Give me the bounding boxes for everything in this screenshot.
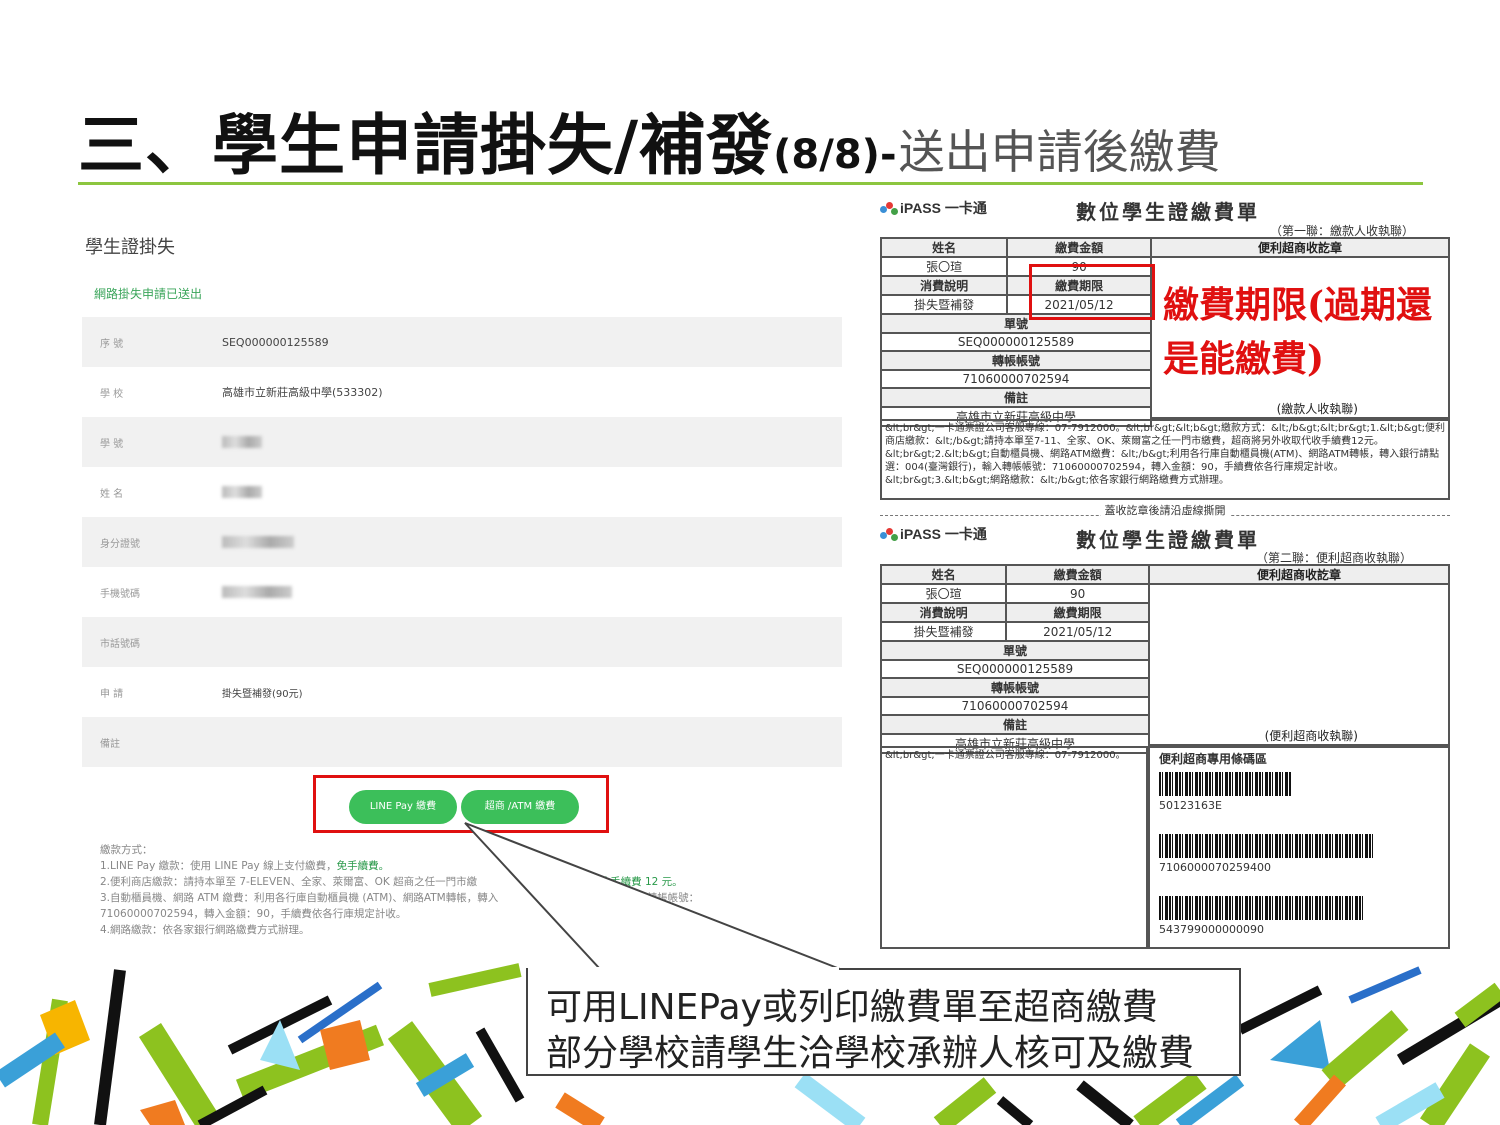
cell: 掛失暨補發 (879, 294, 1009, 315)
cell: 71060000702594 (880, 369, 1152, 389)
cell: SEQ000000125589 (880, 332, 1152, 352)
payment-buttons-highlight: LINE Pay 繳費 超商 /ATM 繳費 (313, 775, 609, 833)
cell: 轉帳帳號 (880, 677, 1150, 698)
slide-title: 三、學生申請掛失/補發 (8/8) - 送出申請後繳費 (78, 92, 1221, 184)
note-store: 2.便利商店繳款：請持本單至 7-ELEVEN、全家、萊爾富、OK 超商之任一門… (100, 876, 683, 888)
slip-table-2: 姓名 繳費金額 張〇瑄 90 消費說明 繳費期限 掛失暨補發 2021/05/12 單號… (879, 564, 1150, 754)
form-row-name: 姓 名 (82, 467, 842, 517)
row-value: 高雄市立新莊高級中學(533302) (222, 386, 383, 399)
callout-joint (528, 967, 839, 970)
form-row-mobile: 手機號碼 (82, 567, 842, 617)
callout-line-2: 部分學校請學生洽學校承辦人核可及繳費 (546, 1033, 1195, 1074)
ipass-logo-icon (880, 202, 900, 216)
payment-instructions-1: &lt;br&gt;一卡通票證公司客服專線：07-7912000。&lt;br&… (880, 419, 1450, 500)
payment-instructions-2: &lt;br&gt;一卡通票證公司客服專線：07-7912000。 (880, 746, 1148, 949)
form-heading: 學生證掛失 (85, 237, 175, 258)
row-label: 申 請 (100, 688, 124, 700)
cell: 姓名 (879, 237, 1009, 258)
title-underline (78, 182, 1423, 185)
payment-methods-notes: 繳款方式： 1.LINE Pay 繳款：使用 LINE Pay 線上支付繳費，免… (100, 842, 820, 938)
title-main: 三、學生申請掛失/補發 (78, 107, 774, 184)
slip-title-1: 數位學生證繳費單 (1076, 200, 1260, 224)
due-date-annotation: 繳費期限(過期還是能繳費) (1163, 284, 1433, 380)
title-dash: - (879, 132, 897, 178)
row-label: 身分證號 (100, 538, 140, 550)
row-label: 姓 名 (100, 488, 124, 500)
barcode-2 (1159, 834, 1375, 858)
note-atm: 3.自動櫃員機、網路 ATM 繳費：利用各行庫自動櫃員機 (ATM)、網路ATM… (100, 892, 700, 904)
linepay-button[interactable]: LINE Pay 繳費 (349, 790, 457, 824)
notes-heading: 繳款方式： (100, 844, 153, 856)
cell: 繳費金額 (1006, 237, 1152, 258)
cut-line: 蓋收訖章後請沿虛線撕開 (880, 502, 1450, 517)
cell: 姓名 (879, 564, 1008, 585)
form-row-remark: 備註 (82, 717, 842, 767)
row-label: 市話號碼 (100, 638, 140, 650)
stamp-header: 便利超商收訖章 (1150, 566, 1448, 585)
cell: 轉帳帳號 (880, 350, 1152, 371)
store-atm-button[interactable]: 超商 /ATM 繳費 (461, 790, 579, 824)
form-row-phone: 市話號碼 (82, 617, 842, 667)
cell: 71060000702594 (880, 696, 1150, 716)
form-row-school: 學 校 高雄市立新莊高級中學(533302) (82, 367, 842, 417)
barcode-1 (1159, 772, 1291, 796)
title-subtitle: 送出申請後繳費 (898, 125, 1221, 179)
cell: 消費說明 (879, 275, 1009, 296)
cell: 張〇瑄 (879, 583, 1008, 604)
callout-line-1: 可用LINEPay或列印繳費單至超商繳費 (546, 987, 1158, 1028)
callout-box: 可用LINEPay或列印繳費單至超商繳費 部分學校請學生洽學校承辦人核可及繳費 (526, 968, 1241, 1076)
cell: 繳費期限 (1005, 602, 1150, 623)
row-label: 備註 (100, 738, 120, 750)
cell: 單號 (880, 640, 1150, 661)
stamp-header: 便利超商收訖章 (1152, 239, 1448, 258)
barcode-title: 便利超商專用條碼區 (1159, 752, 1268, 766)
form-row-national-id: 身分證號 (82, 517, 842, 567)
barcode-number-2: 7106000070259400 (1159, 861, 1271, 874)
cell: 消費說明 (879, 602, 1008, 623)
form-row-serial: 序 號 SEQ000000125589 (82, 317, 842, 367)
cell: 備註 (880, 387, 1152, 408)
store-copy-label: (便利超商收執聯) (1264, 729, 1358, 743)
row-value: 掛失暨補發(90元) (222, 688, 303, 700)
row-label: 學 號 (100, 438, 124, 450)
row-label: 手機號碼 (100, 588, 140, 600)
row-label: 學 校 (100, 388, 124, 400)
barcode-3 (1159, 896, 1363, 920)
cell: 張〇瑄 (879, 256, 1009, 277)
cell: 掛失暨補發 (879, 621, 1008, 642)
payer-copy-label: (繳款人收執聯) (1276, 402, 1358, 416)
row-label: 序 號 (100, 338, 124, 350)
note-atm-cont: 71060000702594，轉入金額：90，手續費依各行庫規定計收。 (100, 908, 407, 920)
ipass-logo-2: iPASS 一卡通 (880, 524, 987, 544)
barcode-number-1: 50123163E (1159, 799, 1222, 812)
ipass-logo-icon (880, 528, 900, 542)
redacted-value (222, 586, 292, 598)
note-linepay: 1.LINE Pay 繳款：使用 LINE Pay 線上支付繳費，免手續費。 (100, 860, 390, 872)
note-online: 4.網路繳款：依各家銀行網路繳費方式辦理。 (100, 924, 310, 936)
barcode-area: 便利超商專用條碼區 50123163E 7106000070259400 543… (1148, 746, 1450, 949)
row-value: SEQ000000125589 (222, 335, 329, 349)
title-step: (8/8) (773, 132, 880, 178)
loss-report-form: 學生證掛失 網路掛失申請已送出 序 號 SEQ000000125589 學 校 高雄… (82, 215, 842, 767)
cell: 繳費金額 (1005, 564, 1150, 585)
redacted-value (222, 436, 262, 448)
cell: SEQ000000125589 (880, 659, 1150, 679)
cell: 2021/05/12 (1005, 621, 1150, 642)
ipass-logo: iPASS 一卡通 (880, 198, 987, 218)
redacted-value (222, 486, 262, 498)
due-date-highlight (1029, 264, 1155, 320)
submitted-message: 網路掛失申請已送出 (94, 287, 203, 301)
barcode-number-3: 543799000000090 (1159, 923, 1264, 936)
cell: 90 (1005, 583, 1150, 604)
redacted-value (222, 536, 294, 548)
slip-title-2: 數位學生證繳費單 (1076, 528, 1260, 552)
cell: 備註 (880, 714, 1150, 735)
form-row-application: 申 請 掛失暨補發(90元) (82, 667, 842, 717)
form-rows: 序 號 SEQ000000125589 學 校 高雄市立新莊高級中學(533302)… (82, 317, 842, 767)
slide: 三、學生申請掛失/補發 (8/8) - 送出申請後繳費 學生證掛失 網路掛失申請… (0, 0, 1500, 1125)
store-stamp-area-2: 便利超商收訖章 (便利超商收執聯) (1148, 564, 1450, 746)
form-row-student-id: 學 號 (82, 417, 842, 467)
